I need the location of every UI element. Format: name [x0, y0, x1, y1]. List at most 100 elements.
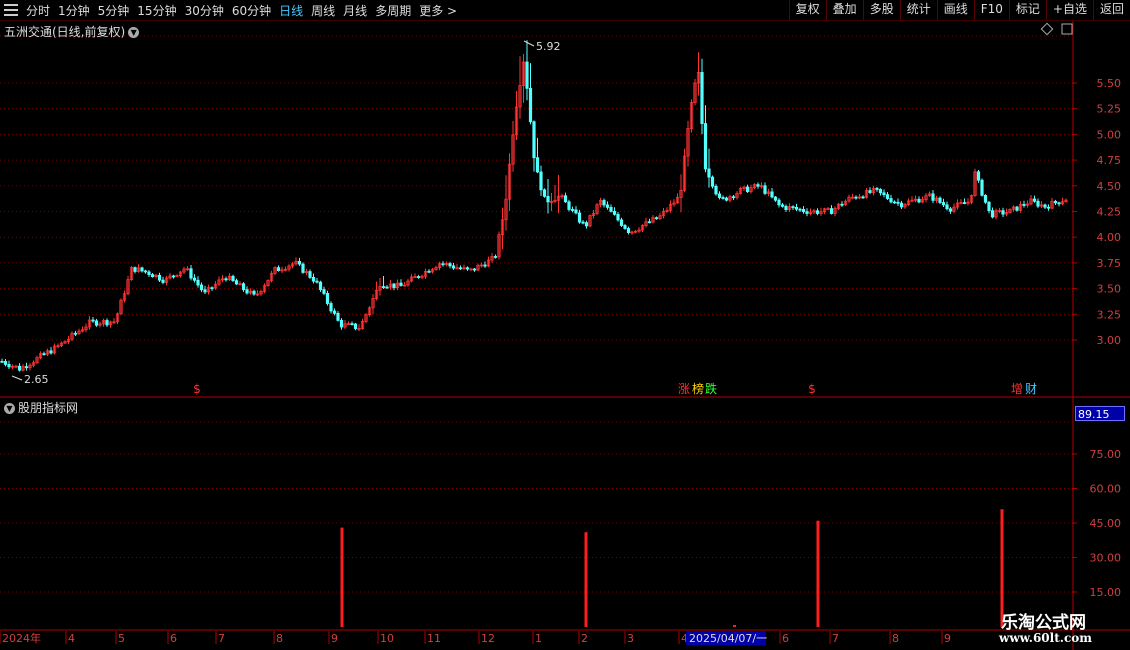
candle-body — [784, 205, 788, 211]
candle-body — [1057, 202, 1061, 205]
candle-body — [878, 189, 883, 194]
candle-body — [581, 221, 585, 224]
candle-body — [990, 210, 995, 218]
candle-body — [203, 289, 207, 293]
candle-body — [756, 184, 760, 187]
candle-body — [241, 283, 246, 291]
candle-body — [234, 280, 239, 285]
candle-body — [700, 72, 704, 124]
candle-body — [315, 280, 319, 283]
candle-body — [546, 195, 550, 203]
tab-period[interactable]: 60分钟 — [232, 2, 271, 19]
candle-body — [763, 185, 767, 194]
time-axis-label: 12 — [481, 632, 495, 645]
candle-body — [458, 267, 463, 270]
tab-period[interactable]: 月线 — [343, 2, 367, 19]
tab-period[interactable]: 1分钟 — [58, 2, 90, 19]
tab-period[interactable]: 15分钟 — [137, 2, 176, 19]
toolbar-button[interactable]: 统计 — [899, 0, 937, 20]
candle-body — [318, 281, 323, 290]
candle-body — [350, 323, 354, 326]
price-tick-label: 5.50 — [1097, 77, 1122, 90]
tab-period[interactable]: 分时 — [26, 2, 50, 19]
candle-body — [451, 265, 456, 269]
candle-body — [7, 364, 11, 368]
candle-body — [941, 202, 946, 206]
toolbar-button[interactable]: F10 — [973, 0, 1009, 20]
tab-period[interactable]: 5分钟 — [98, 2, 130, 19]
price-tick-label: 3.00 — [1097, 334, 1122, 347]
candle-body — [94, 320, 99, 326]
event-marker: 榜 — [692, 381, 704, 396]
time-axis-label: 2024年 — [2, 631, 41, 645]
toolbar-button[interactable]: 多股 — [862, 0, 900, 20]
candle-body — [875, 187, 879, 190]
candle-body — [889, 198, 893, 203]
tab-period[interactable]: 周线 — [311, 2, 335, 19]
candle-body — [791, 206, 795, 209]
tab-period[interactable]: 更多 > — [419, 2, 457, 19]
price-tick-label: 4.00 — [1097, 231, 1122, 244]
candle-body — [24, 366, 29, 369]
time-axis-label: 7 — [832, 632, 839, 645]
tab-period[interactable]: 30分钟 — [185, 2, 224, 19]
candle-body — [780, 204, 785, 207]
diamond-icon — [1040, 22, 1054, 36]
candle-body — [140, 267, 144, 272]
menu-icon[interactable] — [4, 4, 18, 16]
candle-body — [794, 207, 799, 210]
stock-title-text: 五洲交通(日线,前复权) — [4, 25, 126, 39]
candle-body — [1036, 200, 1040, 207]
price-tick-label: 3.25 — [1097, 308, 1122, 321]
candle-body — [245, 289, 249, 294]
candle-body — [612, 210, 617, 215]
toolbar-button[interactable]: 画线 — [936, 0, 974, 20]
candle-body — [619, 219, 624, 226]
candle-body — [987, 201, 991, 212]
toolbar-button[interactable]: 返回 — [1092, 0, 1130, 20]
candle-body — [931, 193, 935, 201]
candle-body — [892, 201, 897, 204]
candle-body — [157, 274, 162, 281]
toolbar-button[interactable]: +自选 — [1045, 0, 1093, 20]
chevron-down-icon[interactable]: ▼ — [128, 27, 140, 38]
candle-body — [171, 275, 176, 278]
candle-body — [616, 213, 620, 221]
ind-tick-label: 30.00 — [1090, 552, 1122, 565]
candle-body — [192, 277, 197, 281]
candle-body — [472, 268, 477, 271]
candle-body — [584, 222, 589, 227]
candle-body — [143, 270, 148, 273]
candle-body — [647, 221, 652, 224]
watermark-url: www.60lt.com — [999, 631, 1092, 645]
toolbar-button[interactable]: 标记 — [1008, 0, 1046, 20]
candle-body — [525, 61, 529, 89]
candle-body — [938, 197, 942, 203]
candle-body — [535, 157, 540, 173]
time-axis-label: 2 — [581, 632, 588, 645]
time-axis-label: 4 — [68, 632, 75, 645]
watermark-logo: 乐淘公式网 www.60lt.com — [985, 606, 1125, 648]
candle-body — [840, 203, 844, 206]
chevron-down-icon[interactable]: ▼ — [4, 403, 15, 414]
indicator-bar-small — [733, 625, 736, 627]
tab-period[interactable]: 日线 — [279, 2, 303, 19]
period-tabs: 分时 1分钟 5分钟 15分钟 30分钟 60分钟 日线 周线 月线 多周期 更多 > — [26, 2, 465, 19]
candle-body — [707, 168, 711, 178]
candle-body — [1053, 200, 1058, 204]
candle-body — [868, 190, 872, 193]
candle-body — [623, 225, 627, 229]
candle-body — [441, 263, 445, 266]
time-axis-label: 8 — [276, 632, 283, 645]
candle-body — [150, 274, 155, 278]
time-axis-label: 10 — [380, 632, 394, 645]
ind-tick-label: 45.00 — [1090, 517, 1122, 530]
candle-body — [724, 197, 729, 201]
candle-body — [567, 201, 571, 210]
toolbar-button[interactable]: 复权 — [788, 0, 826, 20]
toolbar-button[interactable]: 叠加 — [825, 0, 863, 20]
candle-body — [602, 200, 606, 206]
candle-body — [483, 264, 487, 267]
chart-canvas[interactable]: 5.50 5.25 5.00 4.75 4.50 4.25 4.00 3.75 3.50 3.25… — [0, 0, 1130, 650]
tab-period[interactable]: 多周期 — [375, 2, 411, 19]
